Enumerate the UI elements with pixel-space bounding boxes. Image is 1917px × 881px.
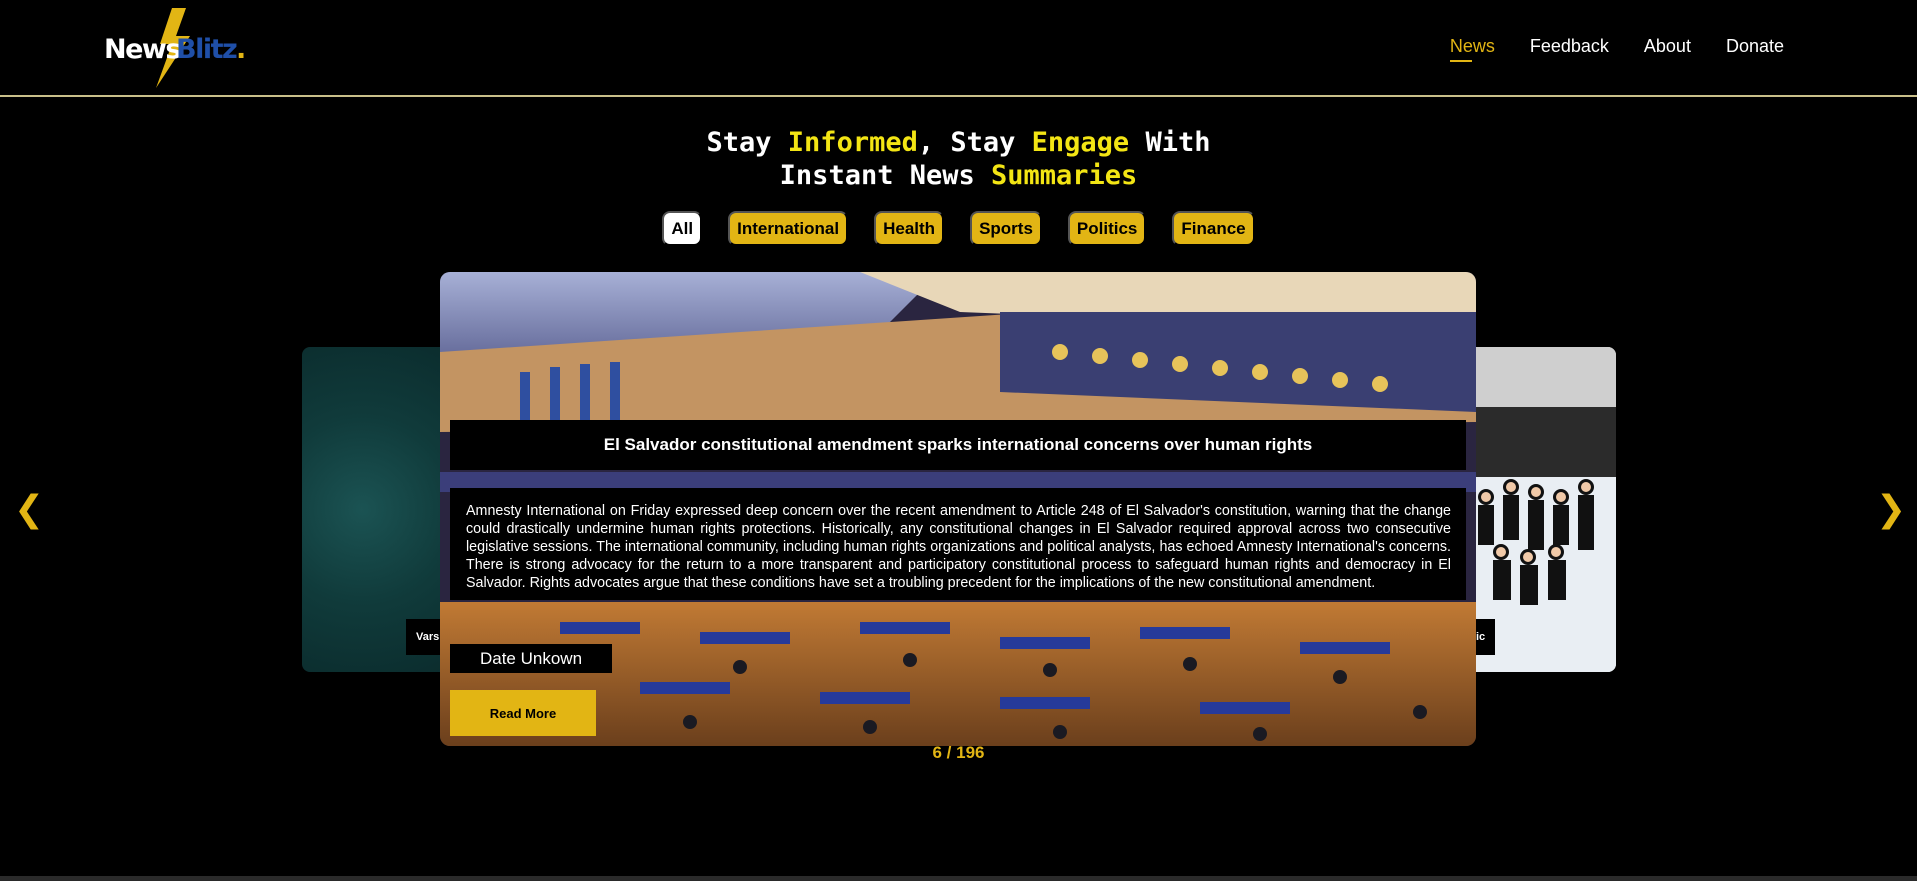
headline-line-1: Stay Informed, Stay Engage With xyxy=(0,126,1917,159)
logo-dot: . xyxy=(236,34,247,65)
main-nav: News Feedback About Donate xyxy=(1449,36,1784,62)
headline-highlight: Summaries xyxy=(991,160,1138,191)
hero-headline: Stay Informed, Stay Engage With Instant … xyxy=(0,126,1917,192)
read-more-button[interactable]: Read More xyxy=(450,690,596,736)
category-sports-button[interactable]: Sports xyxy=(970,211,1042,246)
headline-highlight: Informed xyxy=(787,127,918,158)
next-arrow-icon[interactable]: ❯ xyxy=(1876,489,1906,530)
previous-arrow-icon[interactable]: ❮ xyxy=(14,489,44,530)
headline-line-2: Instant News Summaries xyxy=(0,159,1917,192)
headline-text: With xyxy=(1129,127,1211,158)
nav-link-news[interactable]: News xyxy=(1449,36,1495,62)
nav-link-about[interactable]: About xyxy=(1644,36,1691,57)
category-health-button[interactable]: Health xyxy=(874,211,945,246)
headline-highlight: Engage xyxy=(1031,127,1130,158)
nav-link-donate[interactable]: Donate xyxy=(1726,36,1784,57)
nav-link-feedback[interactable]: Feedback xyxy=(1530,36,1609,57)
category-finance-button[interactable]: Finance xyxy=(1172,211,1255,246)
featured-news-card[interactable]: El Salvador constitutional amendment spa… xyxy=(440,272,1476,746)
site-header: News Blitz . News Feedback About Donate xyxy=(0,0,1917,97)
category-filter-bar: All International Health Sports Politics… xyxy=(0,211,1917,246)
category-politics-button[interactable]: Politics xyxy=(1067,211,1147,246)
logo-word-blitz: Blitz xyxy=(176,34,238,65)
previous-news-card[interactable]: Vars xyxy=(302,347,452,672)
news-title: El Salvador constitutional amendment spa… xyxy=(450,420,1466,470)
bottom-edge xyxy=(0,876,1917,881)
next-news-card[interactable]: ic xyxy=(1466,347,1616,672)
category-all-button[interactable]: All xyxy=(662,211,703,246)
headline-text: Instant News xyxy=(779,160,991,191)
slide-counter: 6 / 196 xyxy=(932,743,985,762)
headline-text: Stay xyxy=(706,127,788,158)
logo-word-news: News xyxy=(104,34,181,65)
news-summary: Amnesty International on Friday expresse… xyxy=(450,488,1466,600)
headline-text: , Stay xyxy=(917,127,1032,158)
newsblitz-logo[interactable]: News Blitz . xyxy=(104,8,247,88)
news-date: Date Unkown xyxy=(450,644,612,673)
category-international-button[interactable]: International xyxy=(728,211,849,246)
